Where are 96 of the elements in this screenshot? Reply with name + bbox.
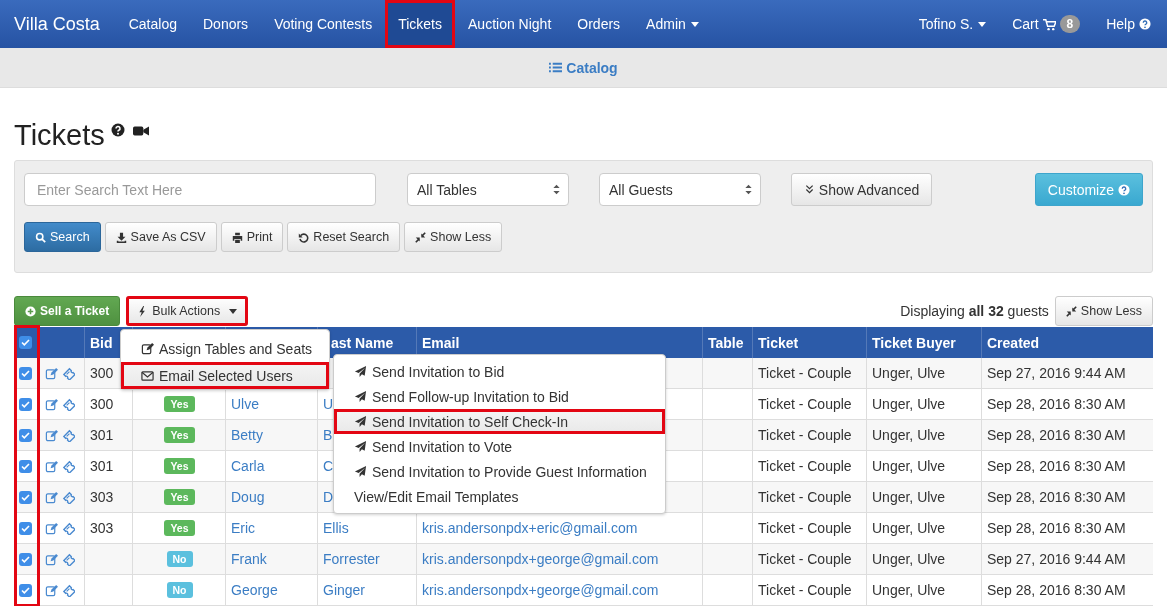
- first-link[interactable]: Betty: [231, 427, 263, 443]
- table-cell: Sep 28, 2016 8:30 AM: [987, 458, 1126, 474]
- table-cell: Ticket - Couple: [758, 489, 852, 505]
- results-summary: Displaying all 32 guests: [900, 303, 1049, 319]
- brand-link[interactable]: Villa Costa: [0, 0, 114, 48]
- first-link[interactable]: Doug: [231, 489, 265, 505]
- search-button[interactable]: Search: [24, 222, 101, 252]
- last-link[interactable]: U: [323, 396, 334, 412]
- last-link[interactable]: C: [323, 458, 334, 474]
- bulk-actions-button[interactable]: Bulk Actions: [126, 296, 249, 326]
- nav-item[interactable]: Orders: [564, 0, 634, 48]
- status-badge: Yes: [164, 427, 195, 443]
- catalog-link[interactable]: Catalog: [549, 59, 618, 76]
- toolbar-button[interactable]: Print: [220, 222, 284, 252]
- table-cell: Unger, Ulve: [872, 427, 946, 443]
- first-link[interactable]: Eric: [231, 520, 256, 536]
- menu-item[interactable]: Send Invitation to Provide Guest Information: [334, 459, 665, 484]
- table-cell: Unger, Ulve: [872, 396, 946, 412]
- menu-item[interactable]: Email Selected Users: [121, 362, 329, 389]
- menu-item[interactable]: Send Invitation to Self Check-In: [334, 409, 665, 434]
- last-link[interactable]: Ginger: [323, 582, 366, 598]
- menu-item[interactable]: Send Follow-up Invitation to Bid: [334, 384, 665, 409]
- column-header[interactable]: Ticket: [758, 334, 799, 351]
- menu-item[interactable]: Send Invitation to Bid: [334, 359, 665, 384]
- table-cell: Sep 28, 2016 8:30 AM: [987, 520, 1126, 536]
- toolbar-button[interactable]: Save As CSV: [104, 222, 217, 252]
- status-badge: Yes: [164, 489, 195, 505]
- toolbar-button[interactable]: Show Less: [404, 222, 503, 252]
- cart-count: 8: [1059, 15, 1081, 33]
- status-badge: Yes: [164, 520, 195, 536]
- table-cell: Unger, Ulve: [872, 582, 946, 598]
- table-cell: 303: [90, 489, 114, 505]
- table-cell: 301: [90, 458, 114, 474]
- status-badge: No: [166, 551, 193, 567]
- first-link[interactable]: Carla: [231, 458, 265, 474]
- last-link[interactable]: Ellis: [323, 520, 349, 536]
- table-cell: Sep 27, 2016 9:44 AM: [987, 365, 1126, 381]
- column-header[interactable]: ast Name: [331, 334, 394, 351]
- table-cell: Unger, Ulve: [872, 458, 946, 474]
- menu-item[interactable]: View/Edit Email Templates: [334, 484, 665, 509]
- column-header[interactable]: Bid: [90, 334, 113, 351]
- first-link[interactable]: George: [231, 582, 278, 598]
- column-header[interactable]: Email: [422, 334, 460, 351]
- table-cell: Unger, Ulve: [872, 489, 946, 505]
- select-field[interactable]: All Guests: [599, 173, 761, 206]
- table-cell: Sep 27, 2016 9:44 AM: [987, 551, 1126, 567]
- status-badge: No: [166, 582, 193, 598]
- user-menu[interactable]: Tofino S.: [905, 0, 1000, 48]
- toolbar-button[interactable]: Reset Search: [287, 222, 401, 252]
- table-cell: Ticket - Couple: [758, 582, 852, 598]
- first-link[interactable]: Frank: [231, 551, 267, 567]
- email-link[interactable]: kris.andersonpdx+eric@gmail.com: [422, 520, 638, 536]
- table-cell: Sep 28, 2016 8:30 AM: [987, 427, 1126, 443]
- last-link[interactable]: D: [323, 489, 334, 505]
- select-field[interactable]: All Tables: [407, 173, 569, 206]
- first-link[interactable]: Ulve: [231, 396, 259, 412]
- table-cell: Ticket - Couple: [758, 458, 852, 474]
- nav-item[interactable]: Donors: [190, 0, 262, 48]
- table-cell: 300: [90, 365, 114, 381]
- table-cell: Ticket - Couple: [758, 365, 852, 381]
- show-less-button[interactable]: Show Less: [1054, 296, 1153, 326]
- table-cell: Unger, Ulve: [872, 365, 946, 381]
- table-cell: 301: [90, 427, 114, 443]
- table-cell: Sep 28, 2016 8:30 AM: [987, 582, 1126, 598]
- search-field[interactable]: Enter Search Text Here: [24, 173, 376, 206]
- table-cell: Ticket - Couple: [758, 427, 852, 443]
- column-header[interactable]: Table: [708, 334, 744, 351]
- nav-item[interactable]: Voting Contests: [261, 0, 386, 48]
- email-link[interactable]: kris.andersonpdx+george@gmail.com: [422, 582, 659, 598]
- status-badge: Yes: [164, 396, 195, 412]
- table-cell: 300: [90, 396, 114, 412]
- table-cell: Sep 28, 2016 8:30 AM: [987, 489, 1126, 505]
- cart-link[interactable]: Cart 8: [999, 0, 1094, 48]
- table-cell: Ticket - Couple: [758, 396, 852, 412]
- table-cell: Ticket - Couple: [758, 551, 852, 567]
- last-link[interactable]: B: [323, 427, 333, 443]
- table-cell: 303: [90, 520, 114, 536]
- nav-item[interactable]: Catalog: [115, 0, 190, 48]
- menu-item[interactable]: Assign Tables and Seats: [121, 335, 329, 362]
- column-header[interactable]: Created: [987, 334, 1040, 351]
- table-cell: Ticket - Couple: [758, 520, 852, 536]
- nav-item[interactable]: Auction Night: [455, 0, 565, 48]
- column-header[interactable]: Ticket Buyer: [872, 334, 956, 351]
- table-cell: Unger, Ulve: [872, 520, 946, 536]
- last-link[interactable]: Forrester: [323, 551, 380, 567]
- show-advanced-button[interactable]: Show Advanced: [791, 173, 932, 206]
- nav-item[interactable]: Tickets: [385, 0, 455, 48]
- table-cell: Sep 28, 2016 8:30 AM: [987, 396, 1126, 412]
- status-badge: Yes: [164, 458, 195, 474]
- table-cell: Unger, Ulve: [872, 551, 946, 567]
- page-title: Tickets: [14, 118, 105, 153]
- sell-ticket-button[interactable]: Sell a Ticket: [14, 296, 121, 326]
- nav-item[interactable]: Admin: [633, 0, 712, 48]
- help-link[interactable]: Help: [1093, 0, 1167, 48]
- menu-item[interactable]: Send Invitation to Vote: [334, 434, 665, 459]
- email-link[interactable]: kris.andersonpdx+george@gmail.com: [422, 551, 659, 567]
